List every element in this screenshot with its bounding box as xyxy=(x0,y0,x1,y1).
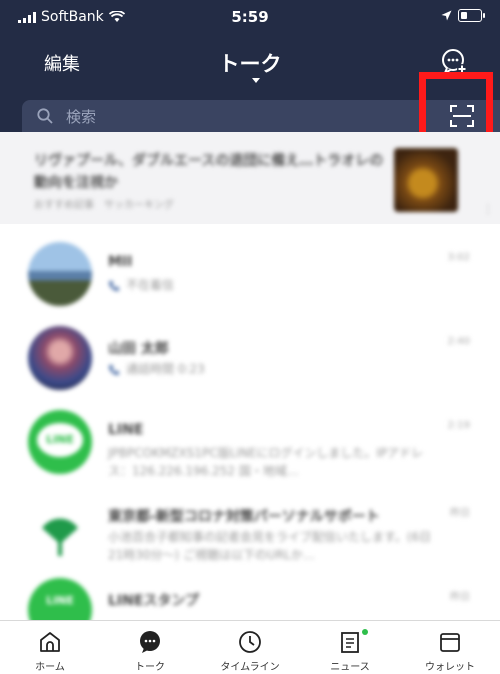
more-options-icon: ⋮ xyxy=(482,202,494,216)
chat-preview-text: 通話時間 0:23 xyxy=(126,362,205,376)
avatar xyxy=(28,326,92,390)
search-input[interactable] xyxy=(64,104,398,130)
chat-item[interactable]: LINE LINE JPBPCOKMZXS1PC版LINEにログインしました。I… xyxy=(0,400,500,484)
header: SoftBank 5:59 編集 トーク xyxy=(0,0,500,132)
news-source: おすすめ記事 サッカーキング xyxy=(34,200,174,211)
tab-wallet[interactable]: ウォレット xyxy=(400,621,500,674)
chat-name: LINE xyxy=(108,422,144,438)
chat-name: 東京都-新型コロナ対策パーソナルサポート xyxy=(108,509,380,525)
chat-name: 山田 太郎 xyxy=(108,341,169,357)
search-icon xyxy=(36,107,54,129)
chat-preview: 不在着信 xyxy=(108,276,438,294)
tab-talk[interactable]: トーク xyxy=(100,621,200,674)
new-chat-icon xyxy=(442,49,467,74)
phone-icon xyxy=(109,280,119,291)
title-dropdown-icon[interactable] xyxy=(252,78,260,83)
home-icon xyxy=(40,632,60,652)
avatar: LINE xyxy=(28,410,92,474)
avatar xyxy=(28,494,92,558)
status-bar: SoftBank 5:59 xyxy=(0,0,500,36)
chat-time: 3:02 xyxy=(447,252,470,263)
chat-time: 昨日 xyxy=(450,592,470,603)
line-logo-text: LINE xyxy=(46,594,74,607)
tab-timeline[interactable]: タイムライン xyxy=(200,621,300,674)
tab-label: ニュース xyxy=(330,662,370,673)
tab-home[interactable]: ホーム xyxy=(0,621,100,674)
phone-icon xyxy=(109,364,119,375)
status-time: 5:59 xyxy=(231,8,269,26)
line-app-screen: SoftBank 5:59 編集 トーク 検索 リヴァプール、ダブルエースの退団… xyxy=(0,0,500,674)
ginkgo-leaf-icon xyxy=(42,518,78,556)
tab-label: ホーム xyxy=(35,662,65,673)
chat-time: 2:19 xyxy=(447,420,470,431)
avatar xyxy=(28,242,92,306)
chat-bubble-icon xyxy=(140,631,160,653)
chat-item[interactable]: MII 不在着信 3:02 xyxy=(0,232,500,316)
tab-news[interactable]: ニュース xyxy=(300,621,400,674)
qr-scan-icon xyxy=(450,105,474,127)
chat-preview-text: 不在着信 xyxy=(126,278,175,292)
news-headline: リヴァプール、ダブルエースの退団に備え…トラオレの動向を注視か xyxy=(34,153,384,191)
chat-preview: 通話時間 0:23 xyxy=(108,360,438,378)
news-thumbnail xyxy=(394,148,458,212)
tab-label: ウォレット xyxy=(425,662,475,673)
new-chat-button[interactable] xyxy=(438,46,470,78)
tab-label: トーク xyxy=(135,662,165,673)
tab-label: タイムライン xyxy=(220,662,280,673)
chat-item[interactable]: 東京都-新型コロナ対策パーソナルサポート 小池百合子都知事の記者会見をライブ配信… xyxy=(0,484,500,568)
chat-preview: 小池百合子都知事の記者会見をライブ配信いたします。(6日21時30分～) ご視聴… xyxy=(108,530,432,562)
nav-bar: 編集 トーク xyxy=(0,40,500,90)
location-arrow-icon xyxy=(441,10,452,21)
chat-time: 昨日 xyxy=(450,508,470,519)
clock-icon xyxy=(239,631,261,653)
line-logo-icon: LINE xyxy=(28,410,92,474)
line-logo-text: LINE xyxy=(46,433,74,446)
wallet-icon xyxy=(440,633,460,652)
news-badge xyxy=(362,629,368,635)
status-right xyxy=(441,9,485,22)
page-title[interactable]: トーク xyxy=(0,48,500,78)
news-banner[interactable]: リヴァプール、ダブルエースの退団に備え…トラオレの動向を注視か おすすめ記事 サ… xyxy=(0,132,500,224)
qr-scan-button[interactable] xyxy=(450,105,474,127)
chat-preview: JPBPCOKMZXS1PC版LINEにログインしました。IPアドレス：126.… xyxy=(108,446,424,478)
search-bar xyxy=(22,100,500,132)
tab-bar: ホーム トーク タイムライン ニュース ウォレット xyxy=(0,620,500,674)
news-icon xyxy=(341,632,359,653)
chat-name: LINEスタンプ xyxy=(108,593,199,609)
chat-list: MII 不在着信 3:02 山田 太郎 通話時間 0:23 2:40 LINE … xyxy=(0,232,500,642)
chat-item[interactable]: 山田 太郎 通話時間 0:23 2:40 xyxy=(0,316,500,400)
battery-icon xyxy=(458,9,485,22)
chat-time: 2:40 xyxy=(447,336,470,347)
chat-name: MII xyxy=(108,254,133,270)
